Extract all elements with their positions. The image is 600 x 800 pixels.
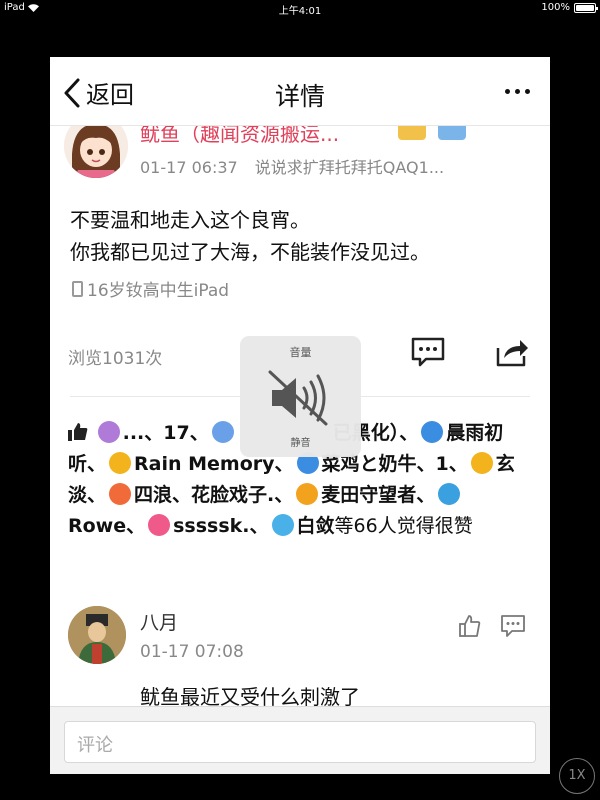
- author-avatar[interactable]: [64, 126, 128, 178]
- navigation-bar: 返回 详情: [50, 57, 550, 126]
- swirl-icon: [438, 483, 461, 505]
- zoom-1x-button[interactable]: 1X: [559, 758, 595, 794]
- comment-time: 01-17 07:08: [140, 642, 244, 662]
- vip-badge: [438, 126, 466, 140]
- reply-icon[interactable]: [500, 614, 526, 638]
- comment-icon[interactable]: [410, 336, 446, 368]
- view-count: 浏览1031次: [68, 349, 163, 369]
- post-line: 你我都已见过了大海，不能装作没见过。: [70, 240, 430, 264]
- like-user[interactable]: 麦田守望者、: [321, 484, 435, 506]
- comment-text: 鱿鱼最近又受什么刺激了: [140, 685, 360, 706]
- compass-icon: [470, 452, 493, 474]
- page-title: 详情: [274, 82, 325, 111]
- heart-icon: [109, 452, 132, 474]
- mic-icon: [148, 514, 171, 536]
- comment-input[interactable]: 评论: [64, 721, 536, 763]
- phone-icon: [72, 280, 83, 297]
- likes-summary[interactable]: 等66人觉得很赞: [335, 515, 473, 537]
- commenter-name[interactable]: 八月: [140, 608, 178, 635]
- author-name[interactable]: 鱿鱼（趣闻资源搬运...: [140, 126, 339, 147]
- comment-bar: 评论: [50, 706, 550, 774]
- status-time: 上午4:01: [278, 6, 322, 17]
- anime-girl-avatar-icon: [64, 126, 128, 178]
- like-user[interactable]: sssssk.、: [173, 515, 268, 537]
- more-dot-icon: [525, 89, 530, 94]
- commenter-avatar[interactable]: [68, 606, 126, 664]
- thumbs-up-icon: [68, 423, 88, 441]
- like-user[interactable]: ...、17、: [123, 422, 209, 444]
- post-meta: 01-17 06:37 说说求扩拜托拜托QAQ1...: [140, 154, 444, 178]
- volume-hud: 音量 静音: [240, 336, 361, 457]
- painting-avatar-icon: [68, 606, 126, 664]
- battery-percent: 100%: [541, 2, 570, 13]
- speaker-muted-icon: [268, 370, 328, 426]
- status-bar: iPad 上午4:01 100%: [0, 0, 600, 17]
- fire-icon: [109, 483, 132, 505]
- more-dot-icon: [515, 89, 520, 94]
- post-line: 不要温和地走入这个良宵。: [70, 208, 310, 232]
- comment-item: 八月 01-17 07:08 鱿鱼最近又受什么刺激了: [50, 606, 550, 706]
- device-label: 16岁钕高中生iPad: [87, 281, 230, 301]
- more-button[interactable]: [505, 89, 530, 94]
- user-avatar-icon: [97, 421, 120, 443]
- post-time: 01-17 06:37: [140, 158, 238, 177]
- sun-icon: [296, 483, 319, 505]
- radiation-icon: [421, 421, 444, 443]
- thumbs-up-icon[interactable]: [458, 614, 482, 638]
- paper-plane-icon: [271, 514, 294, 536]
- like-user[interactable]: 四浪、花脸戏子.、: [134, 484, 293, 506]
- battery-icon: [574, 2, 598, 13]
- hud-state: 静音: [290, 438, 311, 449]
- user-avatar-icon: [211, 421, 234, 443]
- device-source: 16岁钕高中生iPad: [72, 276, 229, 301]
- more-dot-icon: [505, 89, 510, 94]
- post-source[interactable]: 说说求扩拜托拜托QAQ1...: [255, 158, 444, 177]
- hud-title: 音量: [289, 346, 312, 359]
- level-badge: [398, 126, 426, 140]
- post-content: 不要温和地走入这个良宵。 你我都已见过了大海，不能装作没见过。: [70, 204, 430, 268]
- like-user[interactable]: Rowe、: [68, 515, 145, 537]
- like-user[interactable]: 白敛: [297, 515, 335, 537]
- share-icon[interactable]: [494, 336, 530, 368]
